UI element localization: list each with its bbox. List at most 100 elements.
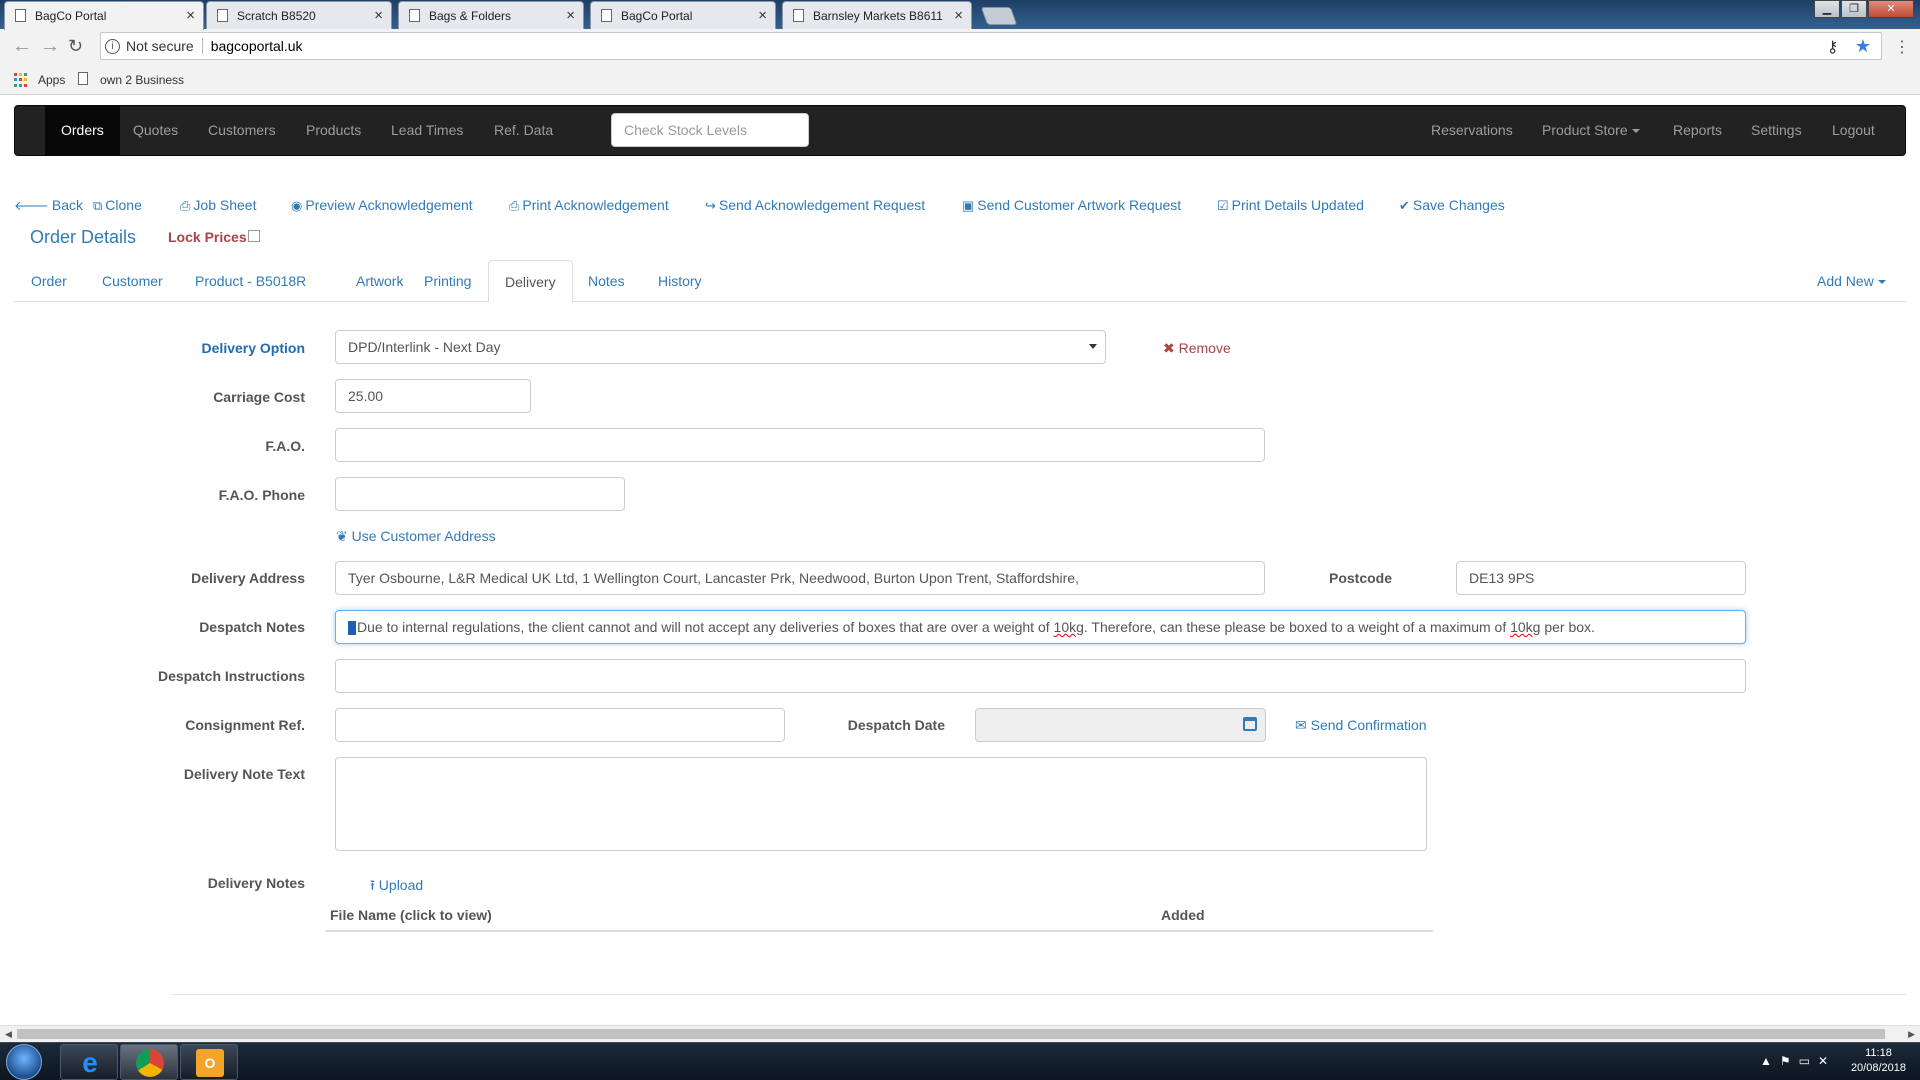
browser-tab-scratch[interactable]: Scratch B8520 × [206, 1, 392, 29]
fao-phone-input[interactable] [335, 477, 625, 511]
carriage-cost-label: Carriage Cost [213, 389, 305, 405]
tab-product[interactable]: Product - B5018R [179, 260, 322, 302]
bookmark-own2business[interactable]: own 2 Business [100, 73, 184, 87]
url-input[interactable]: i Not secure bagcoportal.uk ⚷ ★ [100, 32, 1882, 60]
start-button[interactable] [6, 1044, 42, 1080]
menu-icon[interactable]: ⋮ [1894, 37, 1910, 57]
system-clock[interactable]: 11:18 20/08/2018 [1851, 1046, 1906, 1076]
despatch-notes-input[interactable]: Due to internal regulations, the client … [335, 610, 1746, 644]
horizontal-scrollbar[interactable]: ◀ ▶ [0, 1025, 1920, 1042]
nav-settings[interactable]: Settings [1751, 106, 1802, 155]
close-tab-icon[interactable]: × [566, 7, 575, 24]
preview-acknowledgement-button[interactable]: ◉ Preview Acknowledgement [291, 197, 473, 214]
preview-ack-label: Preview Acknowledgement [305, 197, 473, 213]
delivery-option-select[interactable]: DPD/Interlink - Next Day [335, 330, 1106, 364]
close-tab-icon[interactable]: × [954, 7, 963, 24]
scroll-right-icon[interactable]: ▶ [1908, 1029, 1915, 1040]
column-file-name[interactable]: File Name (click to view) [330, 907, 492, 923]
upload-button[interactable]: ⭱ Upload [370, 875, 423, 899]
eye-icon: ◉ [291, 198, 303, 213]
apps-grid-icon[interactable] [14, 73, 28, 87]
tab-printing[interactable]: Printing [408, 260, 487, 302]
arrow-left-icon: 🡐 [14, 198, 49, 213]
tab-history[interactable]: History [642, 260, 718, 302]
use-customer-address-button[interactable]: ❦ Use Customer Address [336, 528, 496, 545]
tab-order[interactable]: Order [15, 260, 83, 302]
page-icon [217, 9, 228, 22]
chrome-taskbar-button[interactable] [120, 1044, 178, 1080]
page-icon [793, 9, 804, 22]
tab-delivery[interactable]: Delivery [488, 260, 573, 303]
send-acknowledgement-request-button[interactable]: ↪ Send Acknowledgement Request [705, 197, 925, 214]
outlook-icon: O [196, 1049, 224, 1077]
add-new-dropdown[interactable]: Add New [1801, 260, 1902, 302]
close-window-icon[interactable]: ✕ [1868, 0, 1914, 18]
nav-ref-data[interactable]: Ref. Data [494, 106, 553, 155]
nav-product-store[interactable]: Product Store [1542, 106, 1640, 155]
internet-explorer-taskbar-button[interactable]: e [60, 1044, 118, 1080]
close-tab-icon[interactable]: × [374, 7, 383, 24]
new-tab-button[interactable] [980, 7, 1018, 25]
nav-reports[interactable]: Reports [1673, 106, 1722, 155]
nav-lead-times[interactable]: Lead Times [391, 106, 463, 155]
order-tabs: Order Customer Product - B5018R Artwork … [14, 260, 1906, 303]
print-acknowledgement-button[interactable]: ⎙ Print Acknowledgement [509, 197, 669, 214]
nav-quotes[interactable]: Quotes [133, 106, 178, 155]
fao-label: F.A.O. [265, 438, 305, 454]
nav-orders[interactable]: Orders [45, 106, 120, 155]
reload-icon[interactable]: ↻ [68, 36, 83, 57]
fao-input[interactable] [335, 428, 1265, 462]
back-button[interactable]: 🡐 Back [14, 197, 83, 214]
info-icon[interactable]: i [105, 38, 120, 54]
nav-logout[interactable]: Logout [1832, 106, 1875, 155]
clone-button[interactable]: ⧉ Clone [93, 197, 142, 214]
bookmark-apps[interactable]: Apps [38, 73, 65, 87]
lock-prices-checkbox[interactable] [248, 230, 260, 242]
check-stock-input[interactable] [611, 113, 809, 147]
restore-icon[interactable]: ❐ [1841, 0, 1867, 18]
copy-icon: ⧉ [93, 198, 103, 213]
print-icon: ⎙ [509, 198, 520, 213]
browser-tab-bags-folders[interactable]: Bags & Folders × [398, 1, 584, 29]
browser-tab-bagco-portal[interactable]: BagCo Portal × [4, 1, 204, 30]
nav-customers[interactable]: Customers [208, 106, 276, 155]
remove-delivery-button[interactable]: ✖ Remove [1163, 340, 1231, 357]
send-artwork-request-button[interactable]: ▣ Send Customer Artwork Request [962, 197, 1181, 214]
delivery-note-text-area[interactable] [335, 757, 1427, 851]
minimize-icon[interactable]: ▁ [1814, 0, 1840, 18]
postcode-input[interactable]: DE13 9PS [1456, 561, 1746, 595]
save-changes-button[interactable]: ✔ Save Changes [1399, 197, 1505, 214]
browser-tab-bagco-portal-2[interactable]: BagCo Portal × [590, 1, 776, 29]
outlook-taskbar-button[interactable]: O [180, 1044, 238, 1080]
forward-arrow-icon[interactable]: → [40, 35, 60, 58]
key-icon[interactable]: ⚷ [1827, 39, 1839, 56]
browser-tab-title: BagCo Portal [35, 9, 107, 23]
system-tray-icons[interactable]: ▲⚑▭✕ [1760, 1054, 1836, 1068]
browser-tab-strip: BagCo Portal × Scratch B8520 × Bags & Fo… [0, 0, 1920, 30]
calendar-icon[interactable] [1243, 717, 1257, 731]
despatch-date-input[interactable] [975, 708, 1266, 742]
tab-customer[interactable]: Customer [86, 260, 179, 302]
lock-prices-label: Lock Prices [168, 229, 247, 245]
nav-products[interactable]: Products [306, 106, 361, 155]
scroll-left-icon[interactable]: ◀ [5, 1029, 12, 1040]
close-tab-icon[interactable]: × [758, 7, 767, 24]
page-title: Order Details [30, 227, 137, 247]
bookmark-star-icon[interactable]: ★ [1855, 36, 1871, 56]
print-details-label: Print Details Updated [1231, 197, 1364, 213]
windows-taskbar: e O ▲⚑▭✕ 11:18 20/08/2018 [0, 1042, 1920, 1080]
close-tab-icon[interactable]: × [186, 7, 195, 24]
back-arrow-icon[interactable]: ← [12, 35, 32, 58]
job-sheet-button[interactable]: ⎙ Job Sheet [180, 197, 256, 214]
despatch-instructions-input[interactable] [335, 659, 1746, 693]
tab-notes[interactable]: Notes [572, 260, 641, 302]
nav-reservations[interactable]: Reservations [1431, 106, 1513, 155]
print-details-updated-button[interactable]: ☑ Print Details Updated [1217, 197, 1364, 214]
picture-icon: ▣ [962, 198, 975, 213]
job-sheet-label: Job Sheet [193, 197, 257, 213]
carriage-cost-input[interactable]: 25.00 [335, 379, 531, 413]
send-confirmation-button[interactable]: ✉ Send Confirmation [1295, 717, 1427, 734]
scrollbar-thumb[interactable] [17, 1029, 1885, 1039]
window-controls: ▁ ❐ ✕ [1813, 0, 1914, 18]
browser-tab-barnsley[interactable]: Barnsley Markets B8611 × [782, 1, 972, 29]
